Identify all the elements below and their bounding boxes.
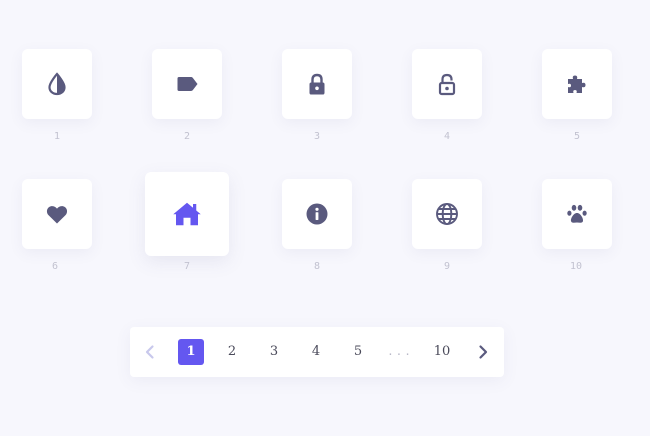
icon-grid: 1 2 3 4 5 6 7 8 9 10 bbox=[0, 0, 650, 300]
chevron-right-icon bbox=[479, 345, 488, 359]
pagination-ellipsis: ... bbox=[387, 345, 413, 358]
icon-number: 6 bbox=[51, 261, 59, 272]
tint-icon bbox=[48, 72, 66, 96]
icon-tile-10[interactable] bbox=[542, 179, 612, 249]
next-page-button[interactable] bbox=[475, 344, 491, 360]
tag-icon bbox=[177, 77, 198, 91]
icon-number: 5 bbox=[573, 131, 581, 142]
pagination: 1 2 3 4 5 ... 10 bbox=[130, 327, 504, 377]
page-button-2[interactable]: 2 bbox=[220, 339, 244, 365]
page-button-4[interactable]: 4 bbox=[304, 339, 328, 365]
unlock-icon bbox=[438, 73, 456, 96]
icon-tile-3[interactable] bbox=[282, 49, 352, 119]
info-icon bbox=[306, 203, 328, 225]
icon-tile-2[interactable] bbox=[152, 49, 222, 119]
icon-number: 3 bbox=[313, 131, 321, 142]
chevron-left-icon bbox=[145, 345, 154, 359]
icon-tile-4[interactable] bbox=[412, 49, 482, 119]
page-button-1[interactable]: 1 bbox=[178, 339, 204, 365]
icon-number: 2 bbox=[183, 131, 191, 142]
icon-tile-1[interactable] bbox=[22, 49, 92, 119]
heart-icon bbox=[46, 206, 68, 224]
icon-number: 1 bbox=[53, 131, 61, 142]
paw-icon bbox=[567, 204, 587, 223]
page-button-3[interactable]: 3 bbox=[262, 339, 286, 365]
icon-tile-6[interactable] bbox=[22, 179, 92, 249]
icon-tile-5[interactable] bbox=[542, 49, 612, 119]
icon-tile-9[interactable] bbox=[412, 179, 482, 249]
page-button-10[interactable]: 10 bbox=[428, 339, 456, 365]
icon-number: 8 bbox=[313, 261, 321, 272]
icon-tile-7[interactable] bbox=[145, 172, 229, 256]
home-icon bbox=[173, 202, 201, 226]
icon-number: 4 bbox=[443, 131, 451, 142]
icon-number: 7 bbox=[183, 261, 191, 272]
lock-icon bbox=[309, 73, 325, 95]
icon-number: 10 bbox=[569, 261, 583, 272]
prev-page-button[interactable] bbox=[142, 344, 158, 360]
page-button-5[interactable]: 5 bbox=[346, 339, 370, 365]
icon-tile-8[interactable] bbox=[282, 179, 352, 249]
icon-number: 9 bbox=[443, 261, 451, 272]
globe-icon bbox=[436, 203, 458, 225]
puzzle-icon bbox=[568, 75, 586, 93]
